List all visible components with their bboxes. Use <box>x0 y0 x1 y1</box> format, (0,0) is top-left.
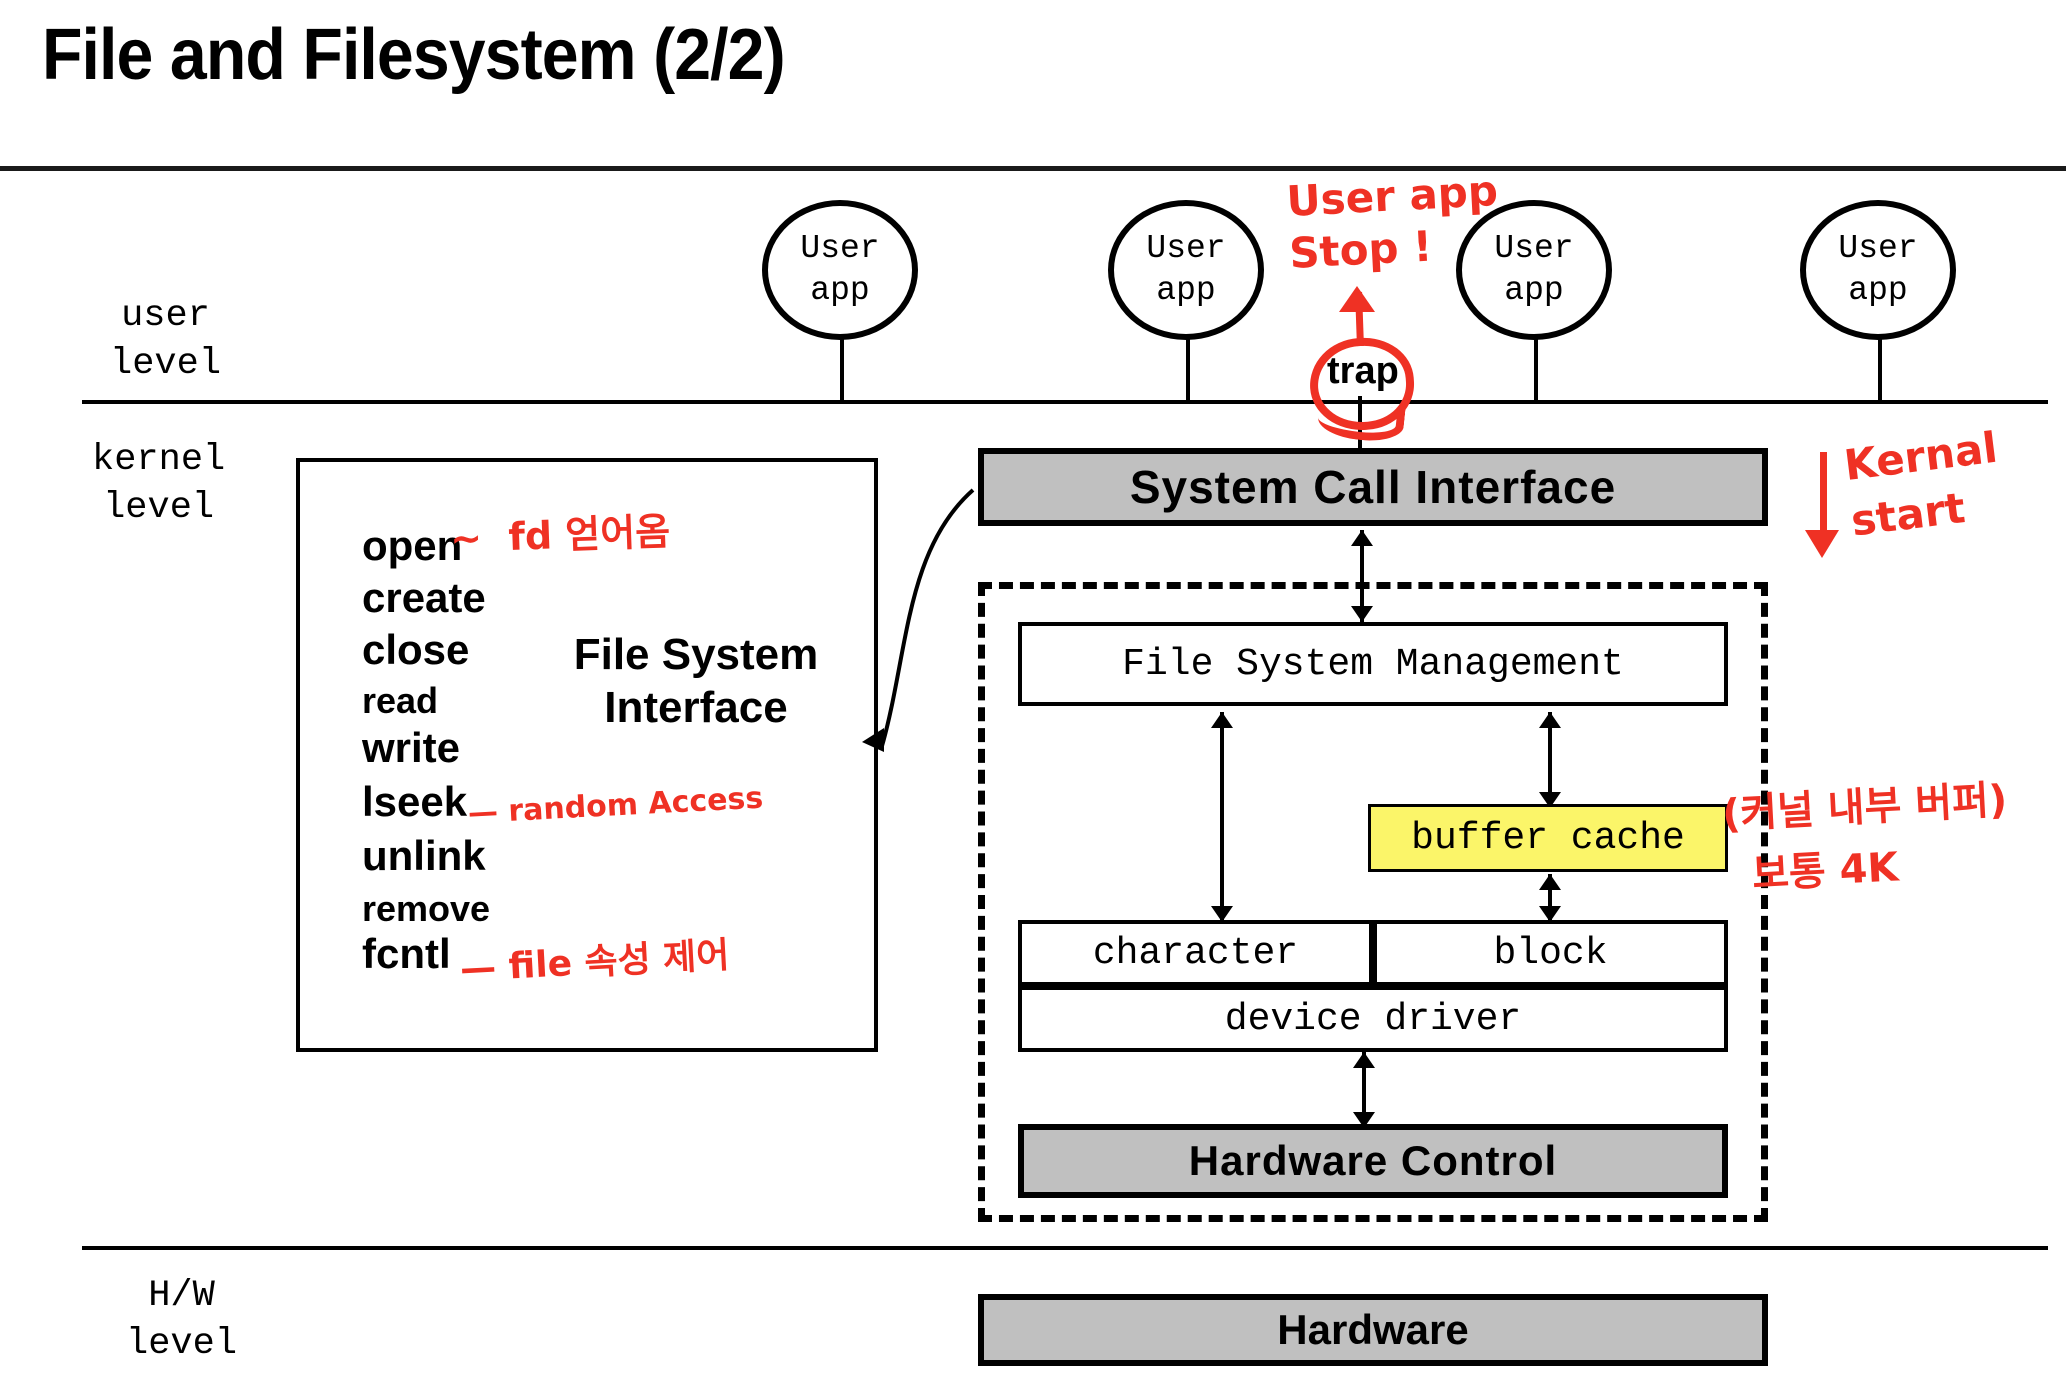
function-fcntl: fcntl <box>362 930 451 977</box>
hardware-control-box[interactable]: Hardware Control <box>1018 1124 1728 1198</box>
character-device-label: character <box>1092 931 1299 975</box>
character-device-box[interactable]: character <box>1018 920 1373 986</box>
block-device-box[interactable]: block <box>1373 920 1728 986</box>
level-label-hardware: H/W level <box>126 1275 238 1365</box>
buffer-cache-label: buffer cache <box>1411 816 1685 860</box>
function-open: open <box>362 522 463 569</box>
function-unlink: unlink <box>362 832 486 879</box>
user-app-label-line2: app <box>810 272 870 309</box>
user-app-node-2[interactable]: User app <box>1108 200 1264 340</box>
annotation-open-note: ~ fd 얻어옴 <box>449 509 671 561</box>
level-label-user: user level <box>110 295 222 385</box>
function-remove: remove <box>362 888 491 929</box>
user-app-label-line1: User <box>1146 230 1226 267</box>
block-device-label: block <box>1493 931 1608 975</box>
kernel-hardware-divider <box>82 1246 2048 1250</box>
function-close: close <box>362 626 470 673</box>
annotation-user-app-stop: User app Stop ! <box>1285 166 1500 278</box>
user-app-label-line2: app <box>1504 272 1564 309</box>
function-read: read <box>362 680 439 721</box>
hardware-control-label: Hardware Control <box>1188 1137 1558 1184</box>
slide-canvas: File and Filesystem (2/2) user level ker… <box>0 0 2066 1394</box>
user-app-stem-2 <box>1186 338 1190 402</box>
user-app-node-4[interactable]: User app <box>1800 200 1956 340</box>
user-app-label-line2: app <box>1156 272 1216 309</box>
system-call-interface-label: System Call Interface <box>1129 461 1617 513</box>
device-driver-box[interactable]: device driver <box>1018 986 1728 1052</box>
user-app-label-line2: app <box>1848 272 1908 309</box>
user-app-stem-4 <box>1878 338 1882 402</box>
annotation-buffer-cache-note-2: 보통 4K <box>1751 844 1900 898</box>
user-app-label-line1: User <box>1838 230 1918 267</box>
function-create: create <box>362 574 486 621</box>
trap-circle-tail-icon <box>1316 399 1406 445</box>
page-title: File and Filesystem (2/2) <box>42 15 786 95</box>
user-app-label-line1: User <box>800 230 880 267</box>
buffer-cache-box[interactable]: buffer cache <box>1368 804 1728 872</box>
user-app-stem-3 <box>1534 338 1538 402</box>
device-driver-label: device driver <box>1224 997 1522 1041</box>
user-kernel-divider <box>82 400 2048 404</box>
file-system-interface-label: File System Interface <box>573 630 819 732</box>
user-app-label-line1: User <box>1494 230 1574 267</box>
user-app-stem-1 <box>840 338 844 402</box>
level-label-kernel: kernel level <box>92 439 226 529</box>
kernal-start-arrow-shaft-icon <box>1820 452 1827 540</box>
file-system-management-label: File System Management <box>1122 642 1624 686</box>
hardware-label: Hardware <box>1277 1306 1469 1353</box>
annotation-kernal-start: Kernal start <box>1841 422 2001 546</box>
user-app-node-1[interactable]: User app <box>762 200 918 340</box>
connector-sci-to-fsinterface <box>862 488 975 752</box>
kernal-start-arrow-head-icon <box>1805 530 1839 558</box>
title-divider <box>0 166 2066 171</box>
trap-arrow-head-icon <box>1339 286 1375 312</box>
hardware-box[interactable]: Hardware <box>978 1294 1768 1366</box>
function-write: write <box>362 724 461 771</box>
function-lseek: lseek <box>362 778 468 825</box>
